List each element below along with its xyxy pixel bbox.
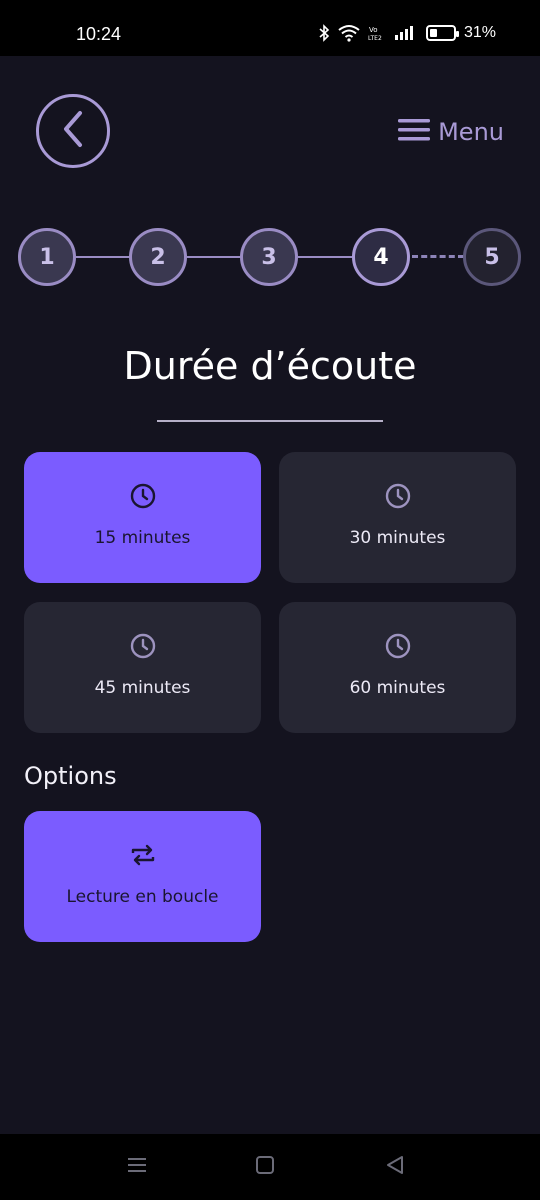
step-1[interactable]: 1: [18, 228, 76, 286]
step-2[interactable]: 2: [129, 228, 187, 286]
page-title: Durée d’écoute: [123, 344, 417, 388]
recent-apps-button[interactable]: [124, 1154, 150, 1180]
options-heading: Options: [24, 762, 117, 790]
step-label: 2: [150, 244, 166, 270]
step-label: 3: [261, 244, 277, 270]
clock-icon: [129, 482, 157, 510]
step-label: 5: [484, 244, 500, 270]
signal-icon: [394, 25, 414, 41]
duration-option-15[interactable]: 15 minutes: [24, 452, 261, 583]
step-3[interactable]: 3: [240, 228, 298, 286]
step-label: 1: [39, 244, 55, 270]
step-4[interactable]: 4: [352, 228, 410, 286]
chevron-left-icon: [58, 109, 88, 153]
duration-option-30[interactable]: 30 minutes: [279, 452, 516, 583]
duration-label: 45 minutes: [94, 678, 191, 698]
loop-playback-option[interactable]: Lecture en boucle: [24, 811, 261, 942]
back-button[interactable]: [36, 94, 110, 168]
wifi-icon: [338, 24, 360, 42]
duration-label: 60 minutes: [349, 678, 446, 698]
step-5[interactable]: 5: [463, 228, 521, 286]
option-label: Lecture en boucle: [66, 887, 219, 907]
bluetooth-icon: [318, 24, 330, 42]
repeat-icon: [129, 841, 157, 869]
home-button[interactable]: [252, 1154, 278, 1180]
menu-button[interactable]: Menu: [398, 112, 504, 152]
step-connector: [187, 256, 241, 258]
duration-option-45[interactable]: 45 minutes: [24, 602, 261, 733]
step-connector-dashed: [412, 255, 464, 258]
progress-stepper: 1 2 3 4 5: [0, 228, 540, 286]
battery-icon: [425, 25, 459, 41]
clock-icon: [129, 632, 157, 660]
duration-label: 30 minutes: [349, 528, 446, 548]
menu-lines-icon: [126, 1155, 148, 1179]
back-nav-button[interactable]: [382, 1154, 408, 1180]
step-connector: [298, 256, 352, 258]
triangle-back-icon: [384, 1154, 406, 1180]
step-label: 4: [373, 244, 389, 270]
title-divider: [157, 420, 383, 422]
svg-text:LTE2: LTE2: [368, 35, 382, 42]
status-time: 10:24: [76, 24, 122, 44]
battery-percent: 31%: [463, 24, 496, 41]
system-nav-bar: [0, 1134, 540, 1200]
hamburger-icon: [398, 117, 432, 147]
duration-option-60[interactable]: 60 minutes: [279, 602, 516, 733]
svg-text:Vo: Vo: [369, 26, 378, 34]
square-icon: [254, 1154, 276, 1180]
status-icons: Vo LTE2 31%: [318, 24, 496, 42]
step-connector: [76, 256, 130, 258]
clock-icon: [384, 632, 412, 660]
duration-label: 15 minutes: [94, 528, 191, 548]
clock-icon: [384, 482, 412, 510]
volte-icon: Vo LTE2: [368, 24, 386, 42]
status-bar: 10:24 Vo LTE2 31%: [0, 0, 540, 56]
menu-label: Menu: [438, 118, 504, 146]
